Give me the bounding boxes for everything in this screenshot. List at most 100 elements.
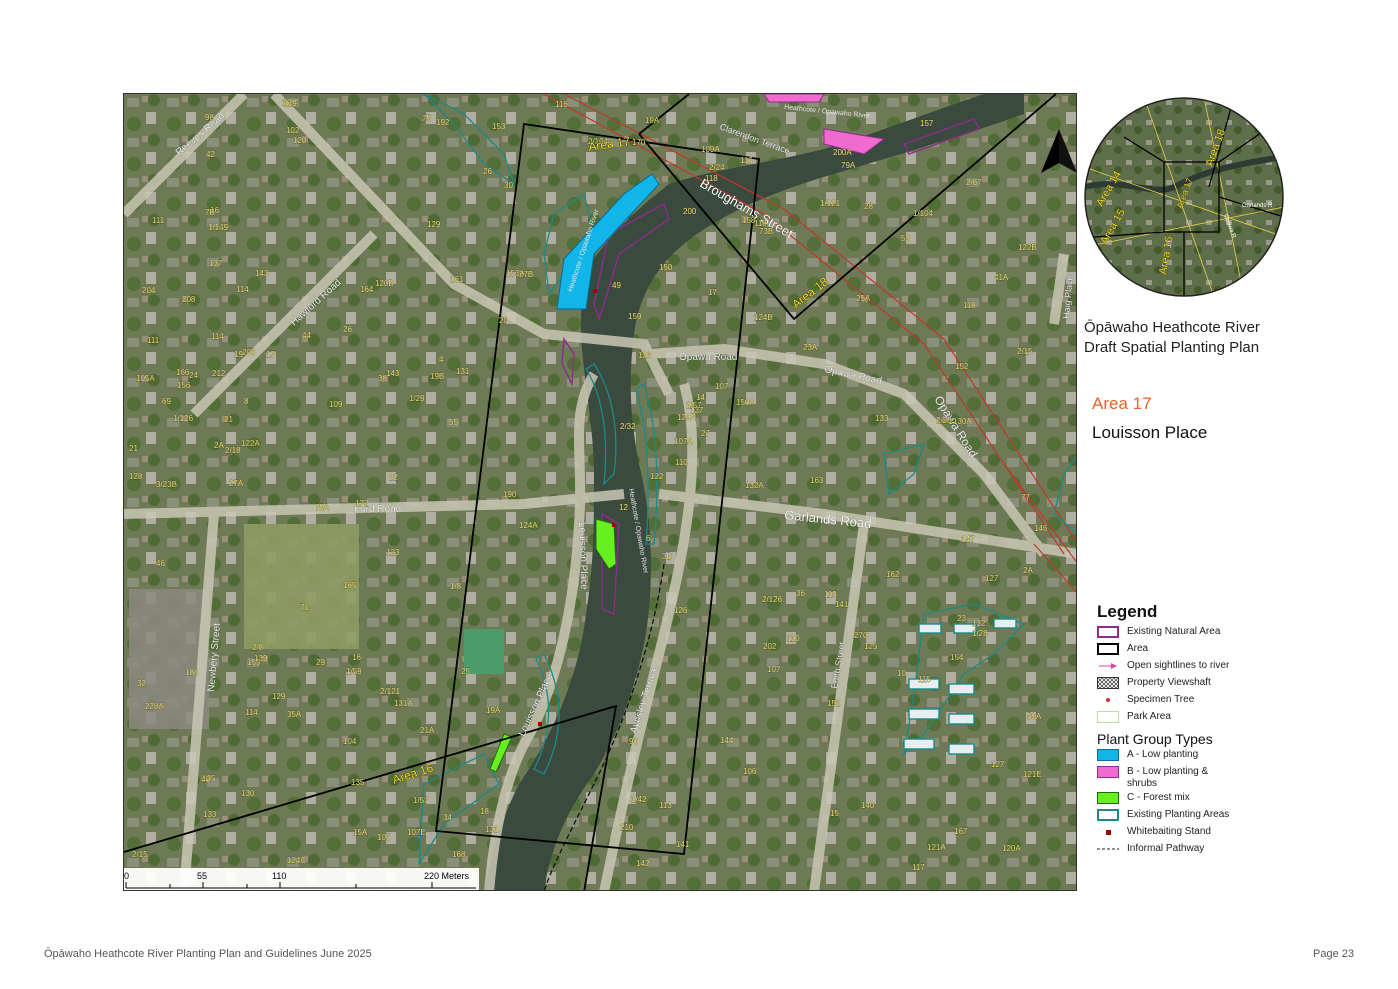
plot-number: 141 bbox=[676, 840, 690, 849]
plot-number: 158 bbox=[742, 216, 756, 225]
legend-item: Informal Pathway bbox=[1097, 843, 1297, 860]
plot-number: 53 bbox=[901, 234, 910, 243]
plot-number: 210 bbox=[620, 823, 634, 832]
plot-number: 152 bbox=[955, 362, 969, 371]
legend-item: Whitebaiting Stand bbox=[1097, 826, 1297, 843]
legend: Legend Existing Natural Area Area Open s… bbox=[1097, 602, 1297, 860]
plot-number: 170 bbox=[632, 138, 646, 147]
plot-number: 2/32 bbox=[620, 422, 636, 431]
plot-number: 104 bbox=[343, 737, 357, 746]
plot-number: 1/29 bbox=[409, 394, 425, 403]
plot-number: 167 bbox=[954, 827, 968, 836]
teal-outline-icon bbox=[1097, 809, 1119, 821]
plot-number: 15 bbox=[830, 809, 839, 818]
plot-number: 46 bbox=[156, 559, 165, 568]
plot-number: 26 bbox=[343, 325, 352, 334]
apartment-block bbox=[948, 743, 975, 755]
legend-item-label: Property Viewshaft bbox=[1127, 677, 1211, 688]
plot-number: 124A bbox=[519, 521, 538, 530]
plot-number: 2/28 bbox=[936, 416, 952, 425]
pink-arrow-icon bbox=[1097, 660, 1119, 672]
plot-number: 4 bbox=[439, 355, 444, 364]
plot-number: 12 bbox=[619, 503, 628, 512]
plot-number: 143 bbox=[386, 369, 400, 378]
plot-number: 107 bbox=[715, 382, 729, 391]
inset-locator-map: Area 14 Area 15 Area 16 Area 17 Area 18 … bbox=[1084, 97, 1284, 297]
plot-number: 107A bbox=[674, 437, 693, 446]
plot-number: 190 bbox=[503, 490, 517, 499]
plot-number: 152 bbox=[827, 699, 841, 708]
legend-item-label: Area bbox=[1127, 643, 1149, 654]
inset-street-label: Garlands R bbox=[1242, 203, 1273, 209]
plot-number: 115 bbox=[824, 590, 837, 599]
plot-number: 131 bbox=[456, 367, 470, 376]
black-outline-icon bbox=[1097, 643, 1119, 655]
plot-number: 122B bbox=[1018, 243, 1037, 252]
aerial-map[interactable]: Reeves Road Hawford Road Ford Road Broug… bbox=[123, 93, 1077, 891]
legend-item: B - Low planting & shrubs bbox=[1097, 766, 1297, 792]
area-number: Area 17 bbox=[1092, 394, 1152, 413]
plot-number: 17 bbox=[266, 350, 275, 359]
legend-item: A - Low planting bbox=[1097, 749, 1297, 766]
plot-number: 2/126 bbox=[762, 595, 783, 604]
plot-number: 27 bbox=[701, 429, 710, 438]
plot-number: 157 bbox=[920, 119, 934, 128]
plot-number: 140 bbox=[861, 801, 875, 810]
plot-number: 156 bbox=[177, 381, 191, 390]
plot-number: 15A bbox=[353, 828, 368, 837]
crosshatch-icon bbox=[1097, 677, 1119, 689]
plot-number: 36 bbox=[796, 589, 805, 598]
street-label: Opawa Road bbox=[679, 352, 737, 363]
plot-number: 116 bbox=[555, 100, 568, 109]
plot-number: 163 bbox=[810, 476, 824, 485]
plot-number: 125 bbox=[864, 642, 878, 651]
whitebaiting-stand bbox=[593, 289, 597, 293]
plot-number: 142 bbox=[636, 859, 650, 868]
plot-number: 20 bbox=[499, 316, 508, 325]
plot-number: 35A bbox=[287, 710, 302, 719]
plot-number: 172 bbox=[355, 499, 369, 508]
plot-number: 113 bbox=[659, 801, 672, 810]
plot-number: 114 bbox=[236, 285, 249, 294]
plot-number: 110 bbox=[787, 634, 800, 643]
plot-number: 7B bbox=[205, 208, 215, 217]
plot-number: 130A bbox=[953, 417, 972, 426]
plot-number: 122 bbox=[650, 472, 664, 481]
plot-number: 6 bbox=[646, 534, 651, 543]
plot-number: 119 bbox=[284, 99, 297, 108]
plot-number: 153 bbox=[492, 122, 506, 131]
apartment-block bbox=[948, 713, 975, 725]
plot-number: 23A bbox=[803, 343, 818, 352]
plot-number: 110 bbox=[675, 458, 688, 467]
plant-group-title: Plant Group Types bbox=[1097, 731, 1213, 747]
plot-number: 129 bbox=[427, 220, 441, 229]
plot-number: 164 bbox=[360, 285, 374, 294]
plan-title: Ōpāwaho Heathcote River Draft Spatial Pl… bbox=[1084, 318, 1260, 358]
plot-number: 114 bbox=[245, 708, 258, 717]
plot-number: 129 bbox=[272, 692, 286, 701]
plot-number: 19 bbox=[234, 350, 243, 359]
plot-number: 188 bbox=[185, 668, 199, 677]
dark-red-square-icon bbox=[1097, 826, 1119, 838]
whitebaiting-stand bbox=[538, 722, 542, 726]
plot-number: 159 bbox=[628, 312, 642, 321]
plot-number: 131 bbox=[485, 825, 499, 834]
plot-number: 132 bbox=[972, 619, 986, 628]
plot-number: 34 bbox=[443, 813, 452, 822]
plot-number: 27C bbox=[854, 631, 869, 640]
plot-number: 126 bbox=[638, 351, 652, 360]
plot-number: 115 bbox=[918, 675, 931, 684]
plot-number: 18 bbox=[480, 807, 489, 816]
plot-number: 102 bbox=[286, 126, 300, 135]
plot-number: 143 bbox=[255, 269, 269, 278]
plot-number: 1/104 bbox=[913, 209, 934, 218]
legend-item-label: Whitebaiting Stand bbox=[1127, 826, 1211, 837]
plot-number: 165 bbox=[343, 581, 357, 590]
plot-number: 25A bbox=[856, 294, 871, 303]
plot-number: 135 bbox=[351, 778, 365, 787]
plot-number: 27A bbox=[229, 479, 244, 488]
plot-number: 17 bbox=[708, 288, 717, 297]
plot-number: 132A bbox=[745, 481, 764, 490]
plot-number: 133 bbox=[203, 810, 217, 819]
plot-number: 21 bbox=[224, 415, 233, 424]
